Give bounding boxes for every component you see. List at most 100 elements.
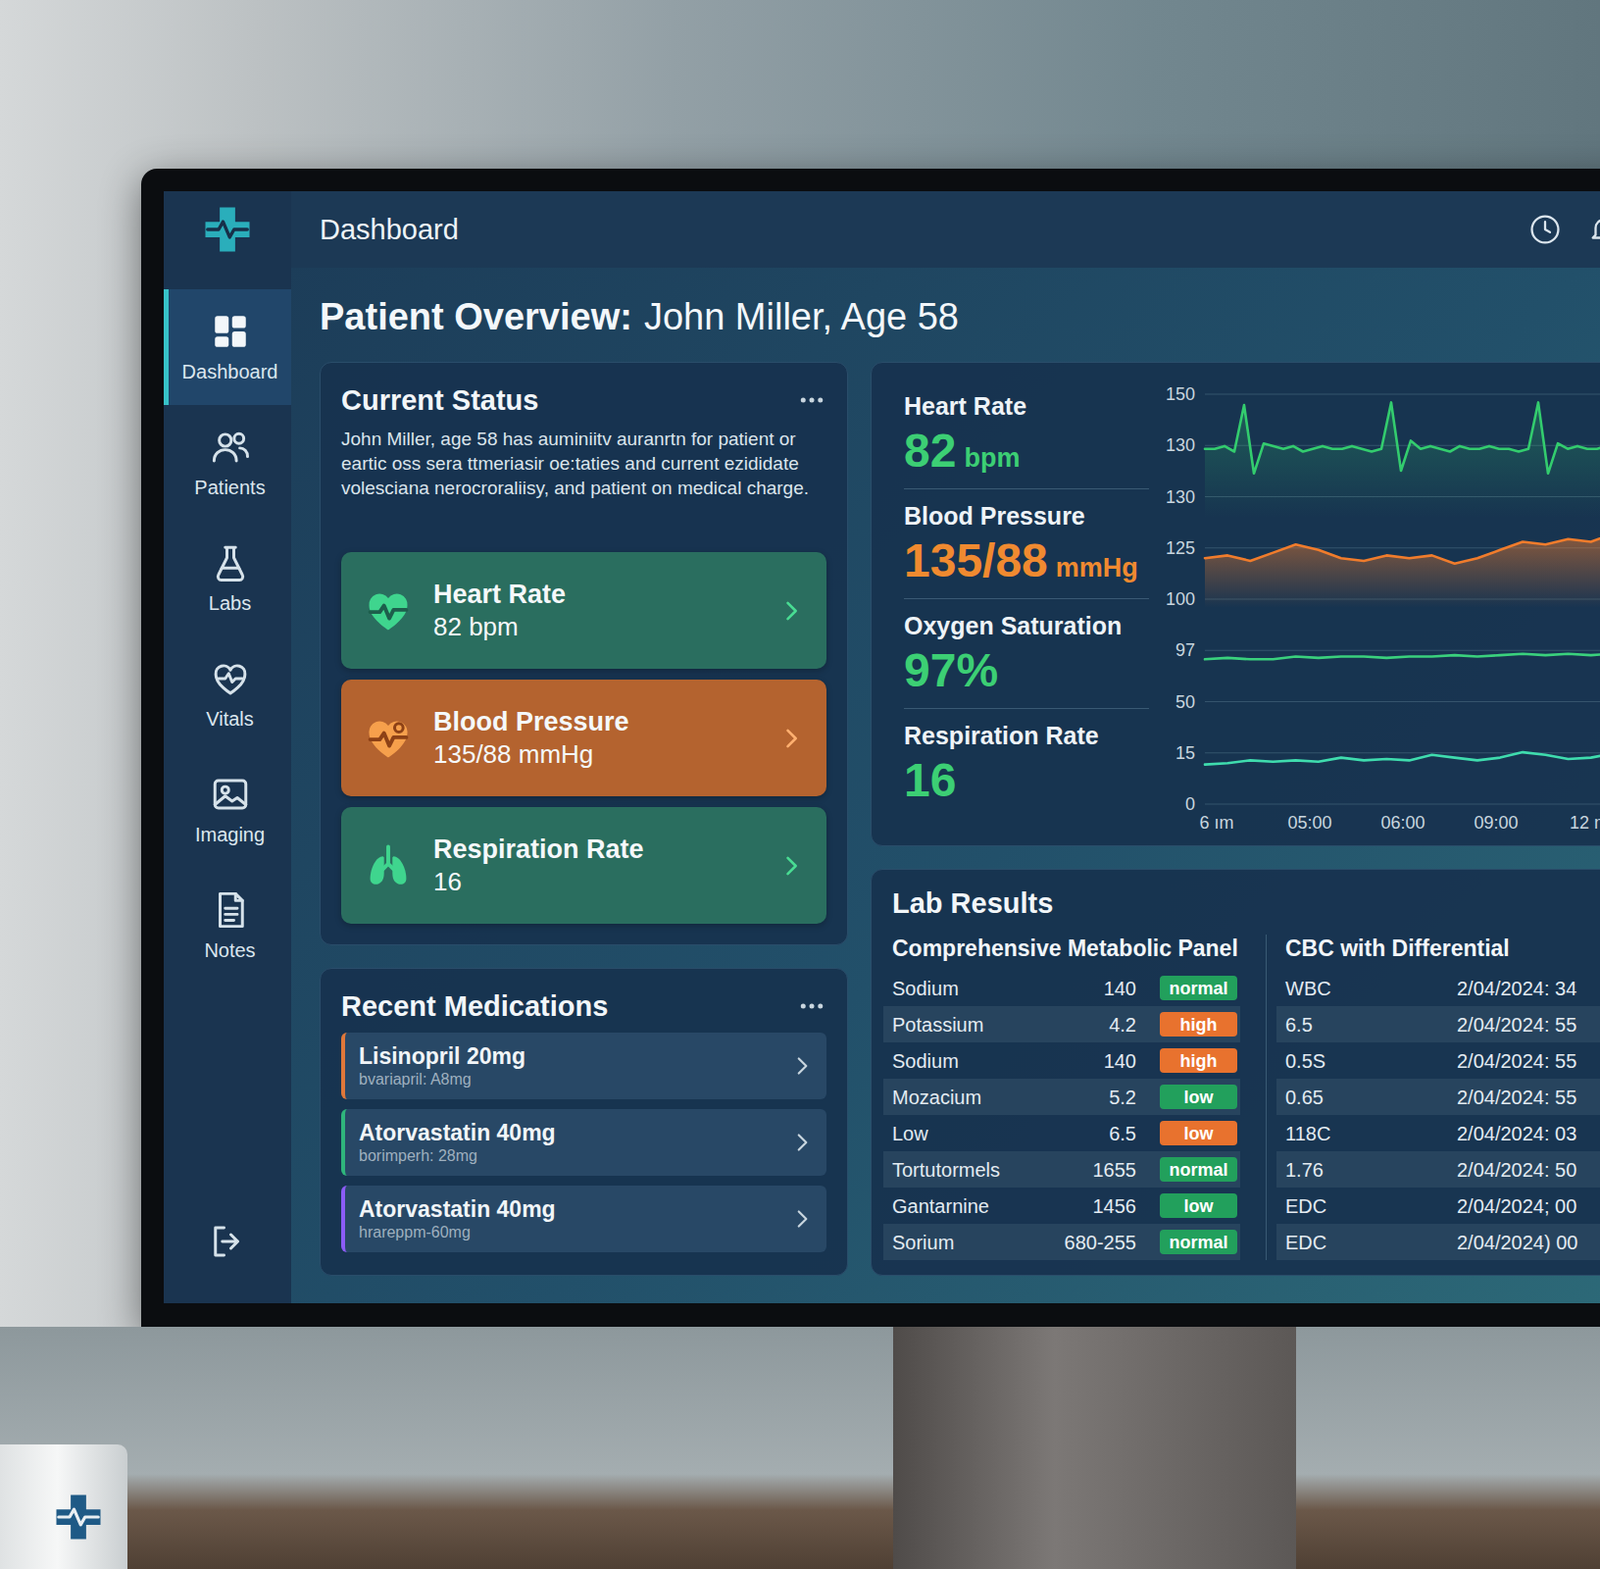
right-column: Heart Rate82bpmBlood Pressure135/88mmHgO… [870, 361, 1600, 1276]
lab-row[interactable]: Sodium140 high [883, 1042, 1241, 1079]
page-header-title: Dashboard [319, 212, 459, 247]
lab-name: Gantarnine [892, 1191, 1094, 1221]
lab-value: 2/04/2024: 34 [1456, 973, 1577, 1003]
more-icon[interactable] [797, 385, 827, 415]
panel-divider [1265, 934, 1267, 1260]
sidebar: DashboardPatientsLabsVitals Imaging Notes [163, 191, 292, 1303]
card-title: Current Status [341, 383, 539, 417]
tile-text: Blood Pressure135/88 mmHg [433, 705, 758, 770]
dashboard-icon [209, 310, 251, 352]
lab-value: 1456 [1093, 1191, 1138, 1221]
lab-flag-badge: normal [1159, 1156, 1238, 1182]
respiration-icon [362, 840, 414, 892]
reading-unit: mmHg [1055, 551, 1139, 584]
logout-icon[interactable] [206, 1220, 249, 1262]
medication-text: Atorvastatin 40mghrareppm-60mg [358, 1195, 790, 1243]
sidebar-item[interactable]: Dashboard [163, 289, 292, 405]
tile-value: 82 bpm [433, 610, 758, 643]
reading-value: 82 [903, 423, 956, 479]
sidebar-item[interactable]: Notes [163, 867, 292, 984]
lab-flag-badge: high [1159, 1048, 1238, 1073]
reading-label: Blood Pressure [903, 500, 1150, 531]
lab-row[interactable]: 6.52/04/2024: 55 [1276, 1005, 1600, 1043]
vital-reading[interactable]: Respiration Rate16 [903, 708, 1150, 819]
panel-title: CBC with Differential [1276, 934, 1600, 962]
wall [0, 0, 1600, 169]
lab-row[interactable]: 0.5S2/04/2024: 55 [1276, 1042, 1600, 1079]
top-bar: Dashboard [291, 191, 1600, 268]
lab-row[interactable]: Gantarnine1456low [883, 1187, 1241, 1224]
y-tick: 97 [1175, 640, 1196, 660]
vital-tile[interactable]: Heart Rate82 bpm [341, 551, 827, 669]
lab-value: 2/04/2024) 00 [1456, 1227, 1578, 1257]
lab-name: Tortutormels [892, 1154, 1094, 1185]
vitals-chart: 15013013012510097501506 ım05:0006:0009:0… [1155, 362, 1600, 847]
card-header: Recent Medications [341, 989, 827, 1023]
chart-series [1204, 401, 1600, 517]
content-grid: Current StatusJohn Miller, age 58 has au… [319, 361, 1600, 1276]
vital-reading[interactable]: Blood Pressure135/88mmHg [903, 489, 1150, 600]
vital-tile[interactable]: Respiration Rate16 [341, 806, 827, 924]
lab-row[interactable]: EDC2/04/2024) 00 [1276, 1223, 1600, 1260]
logo-icon[interactable] [200, 202, 254, 256]
lab-row[interactable]: 1.762/04/2024: 50 [1276, 1150, 1600, 1188]
series-area [1204, 401, 1600, 517]
lab-rows: WBC2/04/2024: 346.52/04/2024: 550.5S2/04… [1276, 969, 1600, 1260]
medication-detail: hrareppm-60mg [358, 1222, 790, 1243]
series-line [1204, 530, 1600, 564]
vital-reading[interactable]: Oxygen Saturation97% [903, 599, 1150, 709]
lab-value: 140 [1103, 1046, 1137, 1076]
lab-row[interactable]: EDC2/04/2024; 00 [1276, 1187, 1600, 1224]
reading-value-row: 16 [903, 752, 1150, 808]
lab-value: 680-255 [1064, 1227, 1137, 1257]
lab-flag-badge: low [1159, 1084, 1238, 1109]
lab-row[interactable]: Sodium140normal [883, 969, 1241, 1006]
medication-item[interactable]: Atorvastatin 40mgborimperh: 28mg [341, 1108, 827, 1176]
imaging-icon [209, 773, 251, 815]
bell-icon[interactable] [1587, 212, 1600, 247]
main-area: Dashboard Patient Overview:John Miller, A… [291, 191, 1600, 1303]
patients-icon [209, 426, 251, 468]
medication-name: Atorvastatin 40mg [358, 1118, 790, 1147]
lab-row[interactable]: 118C2/04/2024: 03 [1276, 1114, 1600, 1151]
sidebar-item[interactable]: Vitals [163, 636, 292, 752]
lab-row[interactable]: Potassium4.2high [883, 1005, 1241, 1043]
lab-row[interactable]: WBC2/04/2024: 34 [1276, 969, 1600, 1006]
lab-value: 4.2 [1108, 1009, 1137, 1040]
mug-logo-icon [51, 1490, 105, 1544]
more-icon[interactable] [797, 991, 827, 1021]
lab-row[interactable]: Tortutormels1655normal [883, 1150, 1241, 1188]
lab-name: 118C [1285, 1118, 1457, 1149]
series-color [1204, 751, 1600, 765]
sidebar-item[interactable]: Labs [163, 520, 292, 637]
grid-line [1204, 803, 1600, 805]
sidebar-label: Imaging [195, 822, 265, 847]
vital-readings: Heart Rate82bpmBlood Pressure135/88mmHgO… [871, 362, 1156, 846]
y-tick: 125 [1165, 538, 1196, 558]
reading-label: Oxygen Saturation [903, 610, 1150, 641]
series-color [1204, 530, 1600, 607]
tile-label: Blood Pressure [433, 705, 758, 739]
vital-tile[interactable]: Blood Pressure135/88 mmHg [341, 679, 827, 797]
clock-icon[interactable] [1528, 212, 1562, 247]
medication-item[interactable]: Atorvastatin 40mghrareppm-60mg [341, 1185, 827, 1252]
logout-area [163, 1220, 292, 1262]
sidebar-item[interactable]: Imaging [163, 751, 292, 868]
lab-name: Sodium [892, 1046, 1104, 1076]
tile-text: Heart Rate82 bpm [433, 578, 758, 643]
card-header: Current Status [341, 383, 827, 417]
sidebar-label: Notes [203, 938, 255, 962]
lab-row[interactable]: Sorium680-255normal [883, 1223, 1241, 1260]
medication-item[interactable]: Lisinopril 20mgbvariapril: A8mg [341, 1032, 827, 1100]
labs-icon [209, 542, 251, 584]
vital-reading[interactable]: Heart Rate82bpm [903, 379, 1150, 490]
patient-name: John Miller, Age 58 [644, 294, 959, 340]
lab-row[interactable]: 0.652/04/2024: 55 [1276, 1078, 1600, 1115]
medications-card: Recent Medications Lisinopril 20mgbvariap… [319, 967, 849, 1276]
series-line [1204, 401, 1600, 473]
lab-row[interactable]: Mozacium5.2low [883, 1078, 1241, 1115]
sidebar-item[interactable]: Patients [163, 404, 292, 521]
content: Patient Overview:John Miller, Age 58Curr… [291, 267, 1600, 1303]
lab-row[interactable]: Low6.5low [883, 1114, 1241, 1151]
tile-value: 135/88 mmHg [433, 738, 758, 770]
